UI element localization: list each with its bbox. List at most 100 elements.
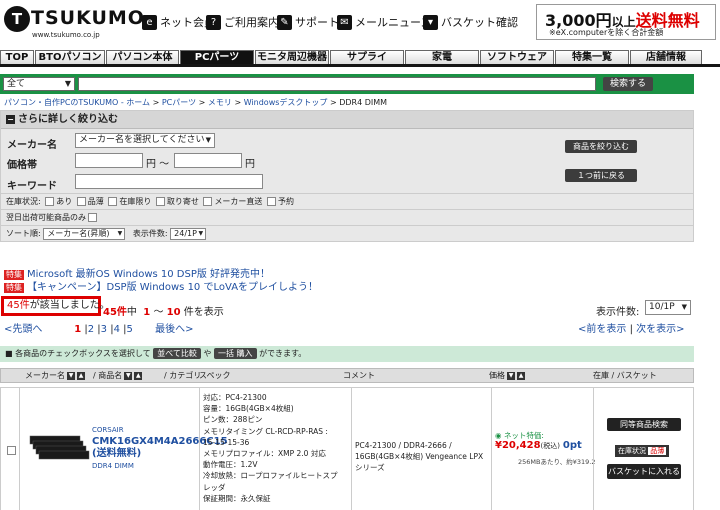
chevron-down-icon: ▼ — [205, 136, 211, 144]
row-checkbox[interactable] — [7, 446, 16, 455]
memory-module-image[interactable] — [28, 430, 92, 466]
stock-option-label: あり — [56, 197, 73, 206]
breadcrumb: パソコン・自作PCのTSUKUMO - ホーム > PCパーツ > メモリ > … — [4, 98, 388, 107]
breadcrumb-home[interactable]: パソコン・自作PCのTSUKUMO - ホーム — [4, 98, 150, 107]
breadcrumb-memory[interactable]: メモリ — [208, 98, 232, 107]
logo-mark-icon: T — [4, 6, 30, 32]
stock-checkbox-low[interactable] — [76, 197, 86, 206]
main-nav: TOP BTOパソコン パソコン本体 PCパーツ モニタ周辺機器 サプライ 家電… — [0, 50, 720, 67]
tab-bto[interactable]: BTOパソコン — [35, 50, 105, 64]
narrow-button[interactable]: 商品を絞り込む — [565, 140, 637, 153]
back-button[interactable]: １つ前に戻る — [565, 169, 637, 182]
chevron-down-icon: ▼ — [117, 229, 123, 237]
chevron-down-icon: ▼ — [64, 79, 71, 88]
stock-checkbox-available[interactable] — [45, 197, 55, 206]
sort-asc-icon[interactable]: ▼ — [67, 371, 75, 380]
result-summary: 45件中 1 ～ 10 件を表示 — [103, 303, 224, 318]
stock-status: 在庫状況 品薄 — [615, 445, 670, 457]
compare-suffix: ができます。 — [259, 349, 307, 358]
col-stock: 在庫 / バスケット — [593, 371, 657, 380]
stock-checkbox-direct[interactable] — [203, 197, 213, 206]
display-count-select[interactable]: 24/1P ▼ — [170, 227, 207, 240]
category-select-value: 全て — [7, 79, 26, 89]
tab-features[interactable]: 特集一覧 — [555, 50, 629, 64]
price-per-mb: 256MBあたり、約¥319.2 — [518, 458, 596, 466]
logo-text: TSUKUMO — [31, 7, 145, 29]
compare-bar: ■ 各商品のチェックボックスを選択して 並べて比較 や 一括 購入 ができます。 — [0, 346, 694, 362]
category-link[interactable]: DDR4 DIMM — [92, 462, 134, 470]
tab-top[interactable]: TOP — [0, 50, 34, 64]
last-page-link[interactable]: 最後へ> — [155, 324, 193, 335]
category-select[interactable]: 全て ▼ — [3, 77, 75, 91]
page-5[interactable]: 5 — [127, 324, 133, 335]
site-logo[interactable]: T TSUKUMO www.tsukumo.co.jp — [4, 6, 144, 42]
breadcrumb-pcparts[interactable]: PCパーツ — [162, 98, 196, 107]
nextday-checkbox[interactable] — [88, 213, 97, 222]
col-maker-label: メーカー名 — [25, 371, 65, 380]
tab-pcparts[interactable]: PCパーツ — [180, 50, 254, 64]
compare-icon: ■ — [5, 349, 13, 358]
keyword-input[interactable] — [75, 174, 263, 189]
stock-checkbox-limited[interactable] — [108, 197, 118, 206]
support-link[interactable]: ✎ サポート — [277, 14, 339, 30]
spec-line: ピン数：288ピン — [203, 415, 263, 425]
per-page-value: 10/1P — [649, 302, 675, 312]
prev-page-link[interactable]: <前を表示 — [578, 324, 626, 335]
stock-checkbox-reserve[interactable] — [266, 197, 276, 206]
page-4[interactable]: 4 — [114, 324, 120, 335]
spec-line: 容量：16GB(4GB×4枚組) — [203, 404, 294, 414]
stock-filter-row: 在庫状況: あり 品薄 在庫限り 取り寄せ メーカー直送 予約 — [1, 193, 693, 209]
next-page-link[interactable]: 次を表示> — [636, 324, 684, 335]
stock-option-label: 予約 — [277, 197, 294, 206]
net-price-label-text: ネット特価: — [503, 431, 544, 440]
maker-select[interactable]: メーカー名を選択してください ▼ — [75, 133, 215, 148]
tab-software[interactable]: ソフトウェア — [480, 50, 554, 64]
sort-desc-icon[interactable]: ▲ — [517, 371, 525, 380]
sort-asc-icon[interactable]: ▼ — [124, 371, 133, 380]
guide-link[interactable]: ? ご利用案内 — [206, 14, 279, 30]
member-link[interactable]: e ネット会員 — [142, 14, 215, 30]
sort-select[interactable]: メーカー名(昇順) ▼ — [43, 227, 126, 240]
points: 0pt — [562, 440, 582, 451]
per-page-label: 表示件数: — [596, 307, 640, 318]
tab-stores[interactable]: 店舗情報 — [630, 50, 702, 64]
per-page-select[interactable]: 10/1P ▼ — [645, 300, 691, 315]
price-min-input[interactable] — [75, 153, 143, 168]
page-2[interactable]: 2 — [88, 324, 94, 335]
product-cell: CORSAIR CMK16GX4M4A2666C15 (送料無料) DDR4 D… — [19, 388, 228, 510]
sort-desc-icon[interactable]: ▲ — [77, 371, 85, 380]
product-name-link[interactable]: CMK16GX4M4A2666C15 (送料無料) — [92, 436, 228, 460]
price-max-input[interactable] — [174, 153, 242, 168]
search-button[interactable]: 検索する — [603, 77, 653, 91]
stock-checkbox-order[interactable] — [155, 197, 165, 206]
maker-name[interactable]: CORSAIR — [92, 426, 124, 434]
tab-pc[interactable]: パソコン本体 — [106, 50, 179, 64]
search-input[interactable] — [78, 77, 596, 91]
bulk-buy-button[interactable]: 一括 購入 — [213, 348, 257, 359]
compare-button[interactable]: 並べて比較 — [153, 348, 201, 359]
sort-desc-icon[interactable]: ▲ — [134, 371, 143, 380]
chevron-down-icon: ▼ — [681, 303, 687, 311]
tab-supply[interactable]: サプライ — [330, 50, 404, 64]
stock-cell: 同等商品検索 在庫状況 品薄 バスケットに入れる — [593, 388, 694, 510]
basket-link[interactable]: ▾ バスケット確認 — [423, 14, 518, 30]
similar-search-button[interactable]: 同等商品検索 — [607, 418, 681, 431]
sort-select-value: メーカー名(昇順) — [47, 228, 110, 238]
prev-next-pager: <前を表示 | 次を表示> — [578, 324, 685, 335]
spec-line: 保証期間：永久保証 — [203, 493, 271, 503]
tab-monitor[interactable]: モニタ周辺機器 — [255, 50, 329, 64]
price-value: ¥20,428 — [495, 440, 541, 451]
first-page-link[interactable]: <先頭へ — [4, 324, 42, 335]
tab-appliance[interactable]: 家電 — [405, 50, 479, 64]
refine-header[interactable]: − さらに詳しく絞り込む — [1, 111, 693, 129]
free-shipping-banner[interactable]: 3,000円以上送料無料 ※eX.computerを除く合計金額 — [536, 4, 716, 40]
breadcrumb-windows-desktop[interactable]: Windowsデスクトップ — [244, 98, 328, 107]
add-to-basket-button[interactable]: バスケットに入れる — [607, 464, 681, 479]
announcement-link[interactable]: 特集 【キャンペーン】DSP版 Windows 10 でLoVAをプレイしよう！ — [4, 278, 318, 293]
comment-cell: PC4-21300 / DDR4-2666 / 16GB(4GB×4枚組) Ve… — [351, 388, 491, 510]
maker-select-value: メーカー名を選択してください — [79, 135, 205, 145]
mailnews-link[interactable]: ✉ メールニュース — [337, 14, 431, 30]
sort-asc-icon[interactable]: ▼ — [507, 371, 515, 380]
page-3[interactable]: 3 — [101, 324, 107, 335]
feature-tag: 特集 — [4, 283, 24, 293]
